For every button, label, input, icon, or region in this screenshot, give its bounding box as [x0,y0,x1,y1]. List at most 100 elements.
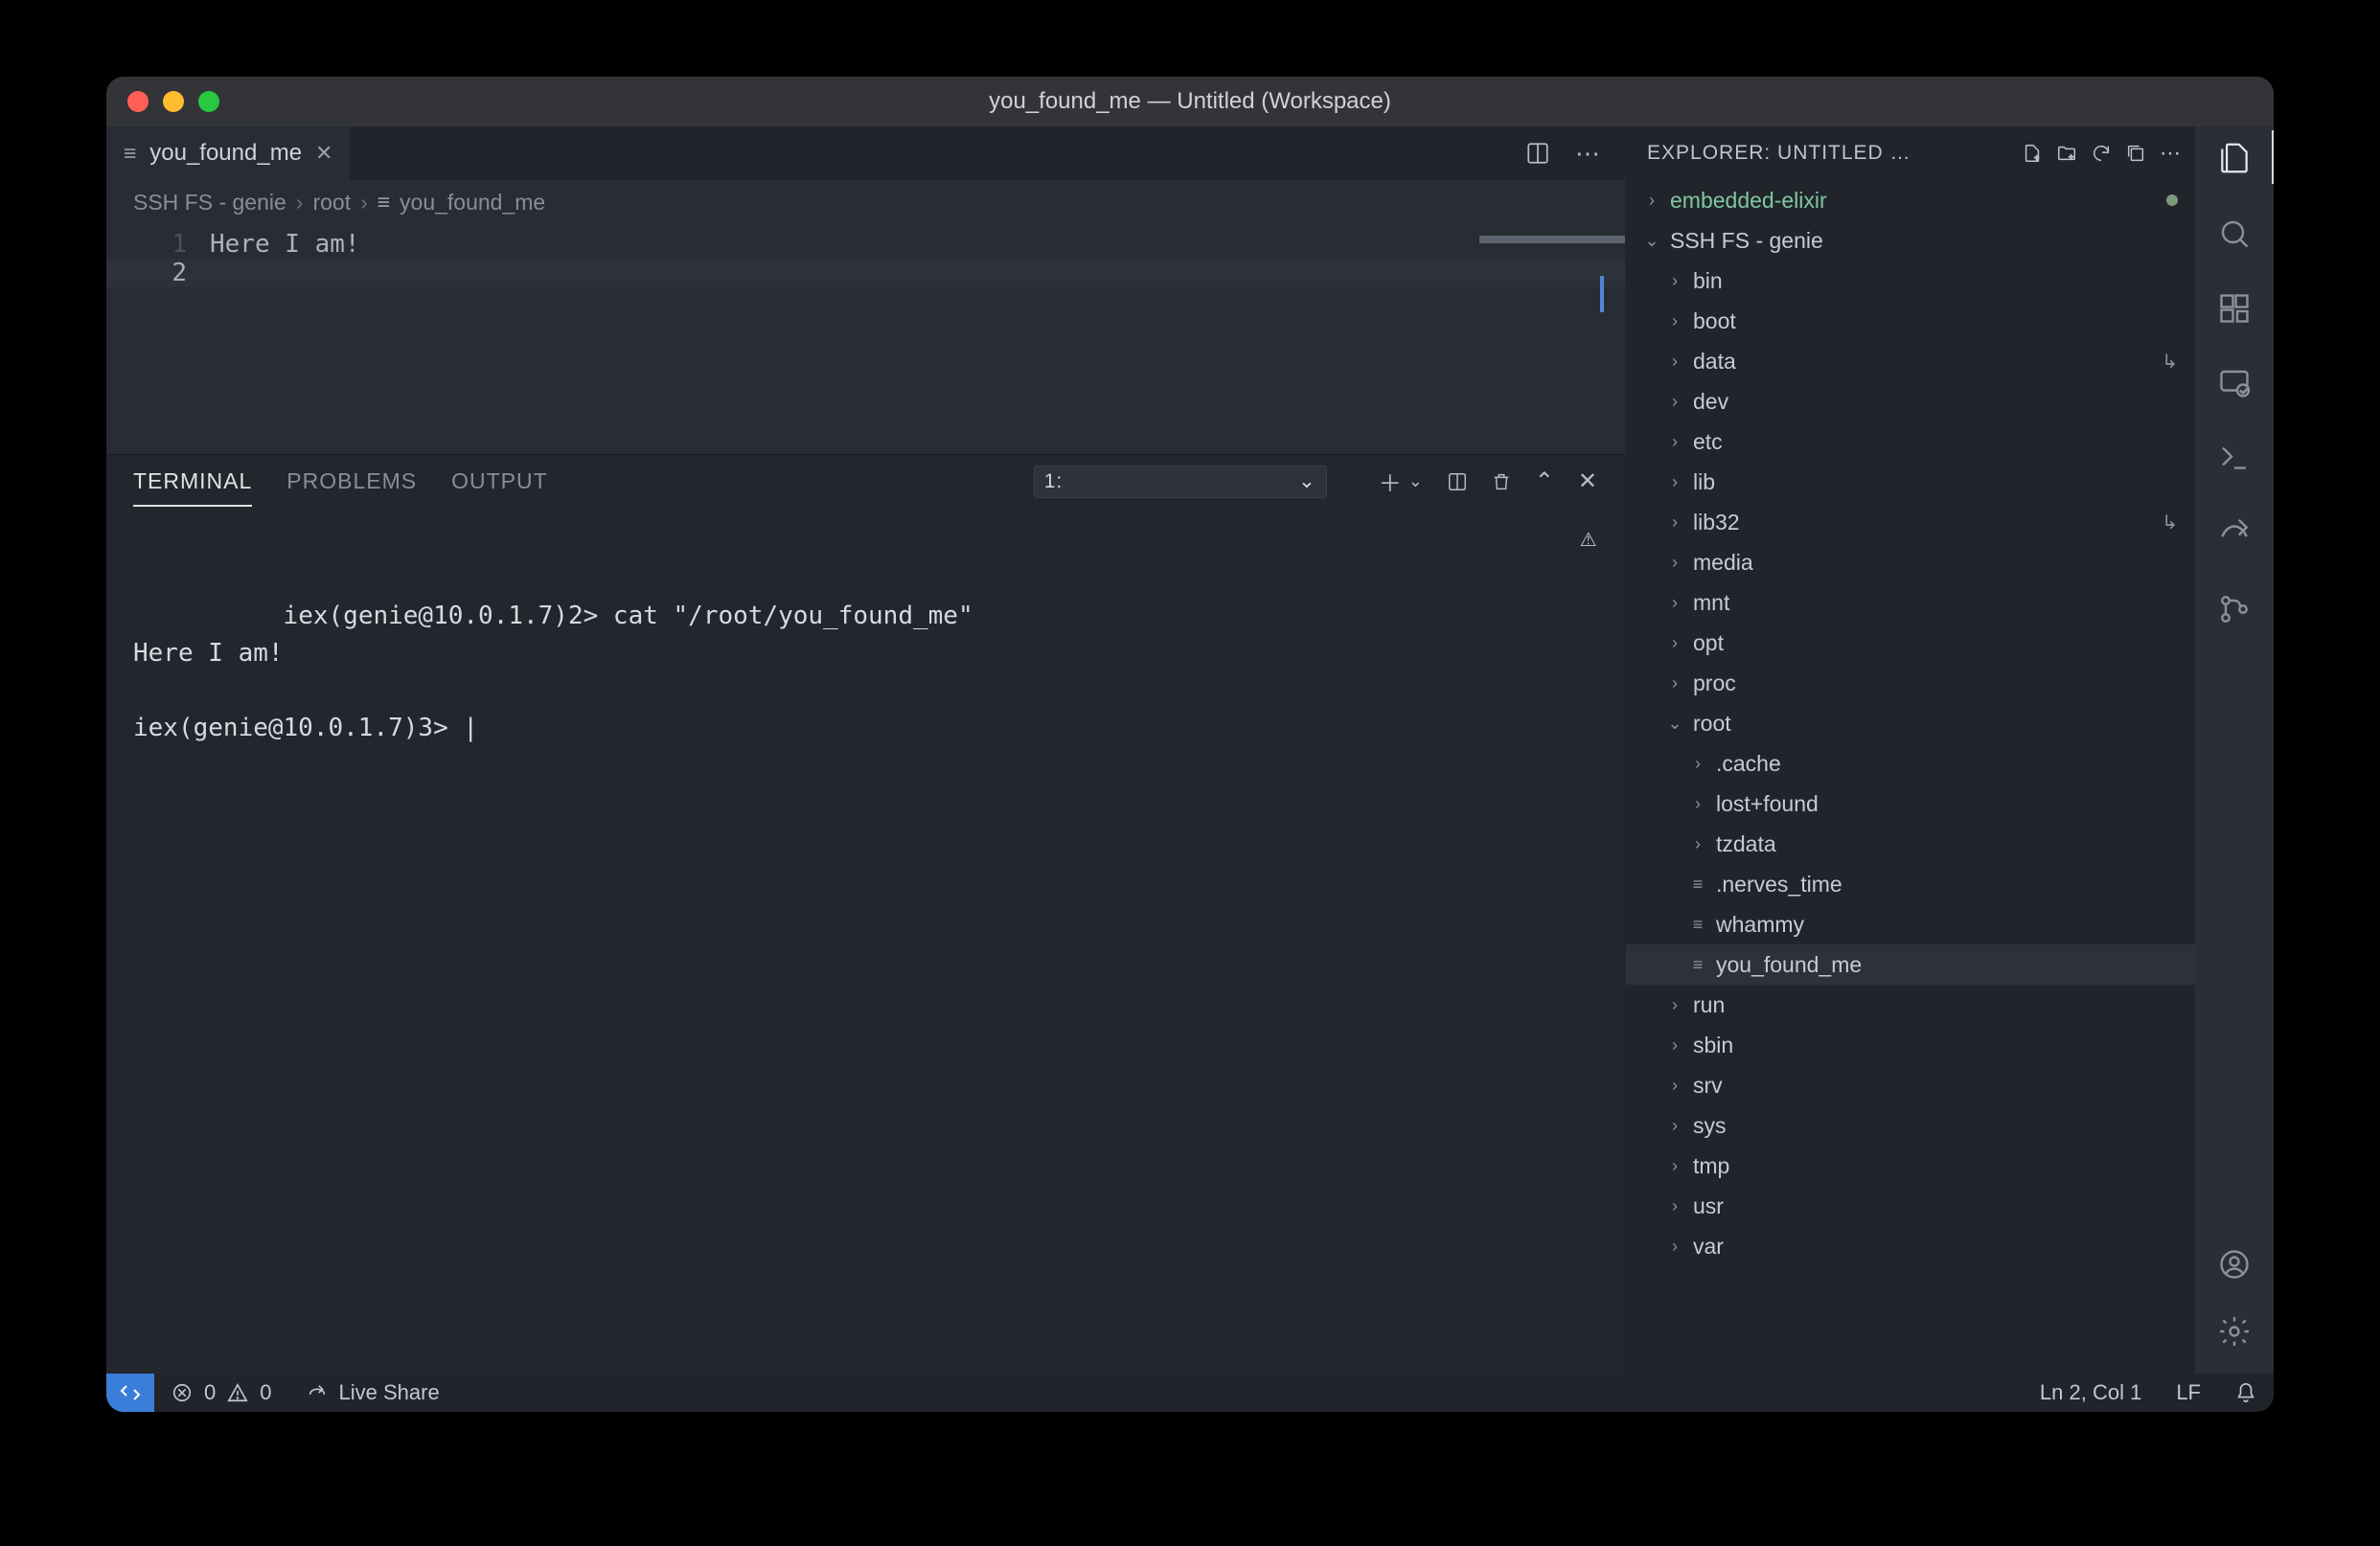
tree-folder[interactable]: ›var [1626,1226,2195,1266]
line-number: 1 [106,230,210,259]
breadcrumb-seg[interactable]: you_found_me [400,190,545,216]
terminal-warning-icon[interactable]: ⚠ [1580,517,1596,557]
tree-folder[interactable]: ›.cache [1626,743,2195,784]
terminal-selector-label: 1: [1044,470,1064,493]
eol-status[interactable]: LF [2159,1380,2218,1405]
notifications-icon[interactable] [2218,1382,2274,1403]
collapse-all-icon[interactable] [2125,143,2146,164]
settings-gear-icon[interactable] [2217,1314,2252,1349]
chevron-right-icon: › [1689,794,1706,814]
tree-file[interactable]: ≡.nerves_time [1626,864,2195,904]
chevron-up-icon[interactable]: ⌃ [1535,467,1555,495]
tree-folder[interactable]: ›boot [1626,301,2195,341]
workbench-body: ≡ you_found_me ✕ ⋯ SSH FS - genie › root… [106,126,2274,1374]
tree-folder[interactable]: ›dev [1626,381,2195,421]
tree-folder[interactable]: ⌄root [1626,703,2195,743]
chevron-right-icon: › [1666,271,1683,291]
terminal-selector[interactable]: 1: ⌄ [1034,466,1327,498]
minimap-cursor [1600,276,1604,312]
code-line[interactable]: Here I am! [210,230,1625,259]
tree-folder[interactable]: ›sbin [1626,1025,2195,1065]
tree-folder[interactable]: ›etc [1626,421,2195,462]
activity-bar [2195,126,2274,1374]
tree-folder[interactable]: ›tzdata [1626,824,2195,864]
tree-folder[interactable]: ›lost+found [1626,784,2195,824]
code-editor[interactable]: 1 Here I am! 2 [106,224,1625,454]
more-actions-icon[interactable]: ⋯ [1575,139,1600,169]
tree-folder[interactable]: ›data↳ [1626,341,2195,381]
remote-status-button[interactable] [106,1374,154,1412]
live-share-status[interactable]: Live Share [289,1380,457,1405]
breadcrumb-seg[interactable]: root [312,190,351,216]
chevron-right-icon: › [1666,1237,1683,1257]
close-tab-icon[interactable]: ✕ [315,141,332,166]
tree-folder[interactable]: ›srv [1626,1065,2195,1105]
tree-folder[interactable]: ›sys [1626,1105,2195,1146]
tree-folder[interactable]: ›proc [1626,663,2195,703]
chevron-down-icon: ⌄ [1666,714,1683,734]
source-control-activity-icon[interactable] [2217,592,2252,626]
tree-folder[interactable]: ›embedded-elixir [1626,180,2195,220]
search-activity-icon[interactable] [2217,216,2252,251]
tree-folder[interactable]: ›lib [1626,462,2195,502]
problems-status[interactable]: 0 0 [154,1380,289,1405]
file-tree[interactable]: ›embedded-elixir⌄SSH FS - genie›bin›boot… [1626,180,2195,1374]
chevron-right-icon: › [1666,633,1683,653]
tree-folder[interactable]: ›bin [1626,261,2195,301]
warning-count: 0 [260,1380,271,1405]
tree-file[interactable]: ≡you_found_me [1626,944,2195,985]
remote-explorer-activity-icon[interactable] [2217,366,2252,400]
chevron-down-icon[interactable]: ⌄ [1408,471,1424,491]
close-panel-icon[interactable]: ✕ [1578,467,1598,495]
tree-folder[interactable]: ›lib32↳ [1626,502,2195,542]
cursor-position-status[interactable]: Ln 2, Col 1 [2023,1380,2159,1405]
close-window-button[interactable] [127,91,149,112]
file-icon: ≡ [124,142,136,166]
chevron-down-icon: ⌄ [1298,469,1316,493]
file-icon: ≡ [1689,915,1706,935]
breadcrumb-seg[interactable]: SSH FS - genie [133,190,286,216]
tree-item-label: sbin [1693,1033,1733,1058]
minimize-window-button[interactable] [163,91,184,112]
more-icon[interactable]: ⋯ [2160,141,2182,166]
chevron-right-icon: › [296,190,304,216]
status-bar: 0 0 Live Share Ln 2, Col 1 LF [106,1374,2274,1412]
tree-folder[interactable]: ›tmp [1626,1146,2195,1186]
file-icon: ≡ [1689,955,1706,975]
split-editor-icon[interactable] [1525,141,1550,166]
account-icon[interactable] [2217,1247,2252,1282]
tree-folder[interactable]: ›run [1626,985,2195,1025]
terminal-activity-icon[interactable] [2217,441,2252,475]
tree-folder[interactable]: ⌄SSH FS - genie [1626,220,2195,261]
tree-folder[interactable]: ›media [1626,542,2195,582]
split-terminal-icon[interactable] [1447,471,1468,492]
breadcrumb[interactable]: SSH FS - genie › root › ≡ you_found_me [106,180,1625,224]
share-activity-icon[interactable] [2216,515,2253,552]
new-terminal-icon[interactable]: ＋ [1379,465,1403,498]
tree-folder[interactable]: ›mnt [1626,582,2195,623]
output-tab[interactable]: OUTPUT [451,457,548,506]
tree-file[interactable]: ≡ whammy [1626,904,2195,944]
chevron-right-icon: › [1689,834,1706,854]
code-line[interactable] [210,259,1625,287]
terminal-tab[interactable]: TERMINAL [133,457,252,507]
explorer-activity-icon[interactable] [2216,140,2253,176]
new-file-icon[interactable] [2022,143,2043,164]
minimap[interactable] [1479,236,1625,243]
tree-folder[interactable]: ›usr [1626,1186,2195,1226]
tree-folder[interactable]: ›opt [1626,623,2195,663]
tree-item-label: whammy [1716,912,1804,938]
tree-item-label: etc [1693,429,1723,455]
editor-tab[interactable]: ≡ you_found_me ✕ [106,126,350,180]
new-folder-icon[interactable] [2056,143,2077,164]
tree-item-label: tmp [1693,1153,1729,1179]
maximize-window-button[interactable] [198,91,219,112]
problems-tab[interactable]: PROBLEMS [286,457,417,506]
chevron-right-icon: › [1666,472,1683,492]
trash-icon[interactable] [1491,471,1512,492]
tree-item-label: .nerves_time [1716,872,1842,898]
refresh-icon[interactable] [2091,143,2112,164]
extensions-activity-icon[interactable] [2217,291,2252,326]
terminal[interactable]: ⚠ iex(genie@10.0.1.7)2> cat "/root/you_f… [106,508,1625,1374]
line-number: 2 [106,259,210,287]
